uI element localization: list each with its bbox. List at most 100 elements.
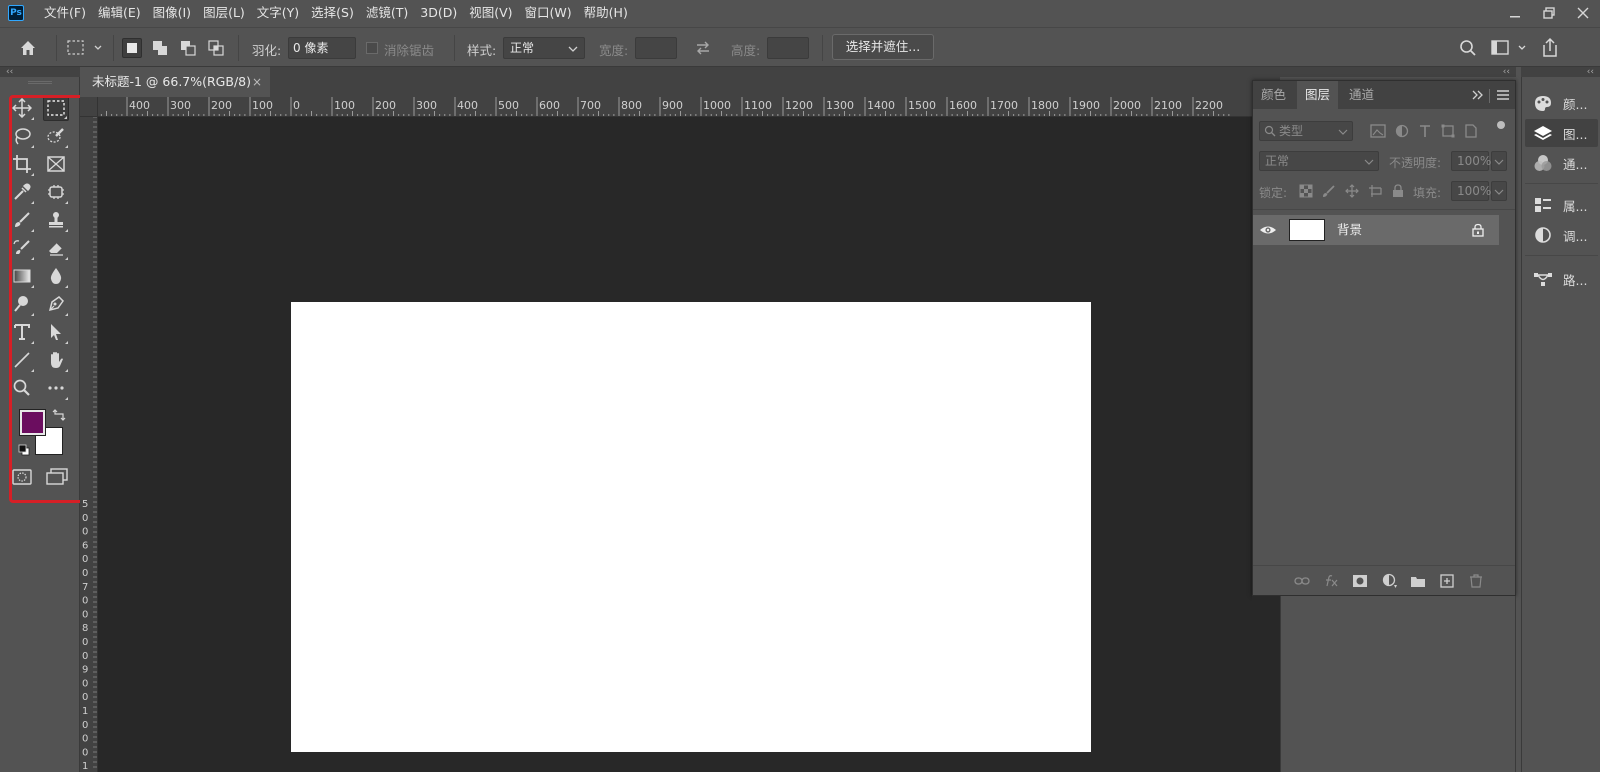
- menu-file[interactable]: 文件(F): [38, 0, 92, 26]
- menu-layer[interactable]: 图层(L): [197, 0, 251, 26]
- lock-position-button[interactable]: [1343, 182, 1361, 200]
- toolbar-collapse-strip[interactable]: ‹‹: [0, 67, 80, 77]
- ruler-label: 0: [82, 596, 88, 607]
- new-selection-button[interactable]: [122, 38, 142, 58]
- home-button[interactable]: [18, 38, 42, 58]
- new-adjustment-layer-button[interactable]: [1381, 572, 1399, 590]
- chevron-down-icon: [1338, 129, 1348, 135]
- workspace-switcher[interactable]: [1490, 38, 1532, 58]
- fill-dropdown[interactable]: [1491, 181, 1507, 201]
- chevron-down-icon: [568, 46, 578, 52]
- lock-image-pixels-button[interactable]: [1320, 182, 1338, 200]
- tab-color[interactable]: 颜色: [1253, 81, 1294, 109]
- vertical-ruler[interactable]: 5 0 0 6 0 0 7 0 0 8 0 0 9 0 0 1 0 0 0 1: [80, 117, 98, 772]
- brush-icon: [1323, 185, 1335, 197]
- separator: [822, 35, 823, 61]
- blend-mode-select[interactable]: 正常: [1259, 151, 1379, 171]
- ruler-label: 0: [82, 568, 88, 579]
- menu-filter[interactable]: 滤镜(T): [360, 0, 414, 26]
- menu-image[interactable]: 图像(I): [147, 0, 197, 26]
- height-input[interactable]: [767, 37, 809, 59]
- share-button[interactable]: [1540, 37, 1560, 59]
- artboard-icon: [1369, 185, 1382, 197]
- expand-panel-button[interactable]: [1471, 88, 1485, 102]
- menu-window[interactable]: 窗口(W): [519, 0, 578, 26]
- panel-collapse-strip[interactable]: ‹‹: [1252, 67, 1516, 77]
- antialias-checkbox[interactable]: [366, 42, 378, 54]
- feather-input[interactable]: 0 像素: [288, 37, 356, 59]
- tool-preset-picker[interactable]: [66, 39, 106, 57]
- tab-layers[interactable]: 图层: [1297, 81, 1339, 109]
- separator: [113, 35, 114, 61]
- lock-transparent-pixels-button[interactable]: [1297, 182, 1315, 200]
- hamburger-menu-icon: [1497, 90, 1509, 100]
- filter-type-button[interactable]: [1416, 122, 1434, 140]
- layer-thumbnail[interactable]: [1289, 219, 1325, 241]
- add-layer-style-button[interactable]: [1322, 572, 1340, 590]
- menu-select[interactable]: 选择(S): [305, 0, 360, 26]
- dock-channels[interactable]: 通...: [1525, 149, 1598, 177]
- layer-visibility-toggle[interactable]: [1259, 222, 1277, 238]
- collapse-dock-icon: ‹‹: [1586, 67, 1594, 77]
- restore-button[interactable]: [1532, 0, 1566, 26]
- delete-layer-button[interactable]: [1467, 572, 1485, 590]
- add-to-selection-button[interactable]: [150, 38, 170, 58]
- layer-row-background[interactable]: 背景: [1253, 215, 1499, 245]
- dock-layers-label: 图...: [1563, 126, 1588, 142]
- minimize-button[interactable]: [1498, 0, 1532, 26]
- dock-color[interactable]: 颜...: [1525, 89, 1598, 117]
- new-layer-button[interactable]: [1438, 572, 1456, 590]
- filter-adjustment-button[interactable]: [1393, 122, 1411, 140]
- tab-channels[interactable]: 通道: [1341, 81, 1382, 109]
- panel-menu-button[interactable]: [1495, 88, 1511, 102]
- dock-layers[interactable]: 图...: [1525, 119, 1598, 147]
- opacity-input[interactable]: 100%: [1451, 151, 1491, 171]
- document-canvas[interactable]: [291, 302, 1091, 752]
- dock-paths[interactable]: 路...: [1525, 265, 1598, 293]
- width-input[interactable]: [635, 37, 677, 59]
- ruler-label: 2000: [1113, 99, 1141, 112]
- document-tab[interactable]: 未标题-1 @ 66.7%(RGB/8) ×: [80, 67, 270, 97]
- close-window-button[interactable]: [1566, 0, 1600, 26]
- opacity-dropdown[interactable]: [1491, 151, 1507, 171]
- menu-type[interactable]: 文字(Y): [251, 0, 305, 26]
- search-button[interactable]: [1458, 38, 1478, 58]
- layer-filter-select[interactable]: 类型: [1259, 121, 1353, 141]
- ruler-label: 400: [457, 99, 478, 112]
- ruler-label: 900: [662, 99, 683, 112]
- horizontal-ruler[interactable]: 0 400 300 200 1000 100 200 300 400 500 600 700 800 90…: [98, 97, 1280, 117]
- channels-icon: [1534, 155, 1552, 171]
- ruler-label: 5: [82, 499, 88, 510]
- canvas-workspace[interactable]: [98, 117, 1280, 772]
- intersect-selection-button[interactable]: [206, 38, 226, 58]
- filter-pixel-button[interactable]: [1369, 122, 1387, 140]
- swap-width-height-button[interactable]: [694, 40, 712, 56]
- menu-edit[interactable]: 编辑(E): [92, 0, 147, 26]
- new-group-button[interactable]: [1409, 572, 1427, 590]
- style-select[interactable]: 正常: [503, 37, 585, 59]
- dock-properties[interactable]: 属...: [1525, 191, 1598, 219]
- add-mask-button[interactable]: [1351, 572, 1369, 590]
- layer-name[interactable]: 背景: [1337, 215, 1362, 245]
- subtract-from-selection-button[interactable]: [178, 38, 198, 58]
- filter-smart-object-button[interactable]: [1462, 122, 1480, 140]
- ruler-label: 1: [82, 706, 88, 717]
- dock-adjustments[interactable]: 调...: [1525, 221, 1598, 249]
- toolbar-grip[interactable]: [28, 81, 52, 84]
- menu-view[interactable]: 视图(V): [463, 0, 518, 26]
- close-tab-icon[interactable]: ×: [252, 67, 262, 97]
- ruler-label: 8: [82, 623, 88, 634]
- menu-help[interactable]: 帮助(H): [578, 0, 634, 26]
- filter-toggle-button[interactable]: [1497, 121, 1505, 129]
- dock-collapse-strip[interactable]: ‹‹: [1521, 67, 1600, 77]
- filter-shape-button[interactable]: [1439, 122, 1457, 140]
- fill-input[interactable]: 100%: [1451, 181, 1491, 201]
- link-layers-button[interactable]: [1293, 572, 1311, 590]
- ruler-origin[interactable]: [80, 97, 98, 117]
- lock-all-button[interactable]: [1389, 182, 1407, 200]
- chevron-down-icon: [1494, 189, 1504, 195]
- select-and-mask-button[interactable]: 选择并遮住...: [832, 34, 934, 60]
- lock-artboard-button[interactable]: [1366, 182, 1384, 200]
- ruler-label: 400: [129, 99, 150, 112]
- menu-3d[interactable]: 3D(D): [414, 0, 463, 26]
